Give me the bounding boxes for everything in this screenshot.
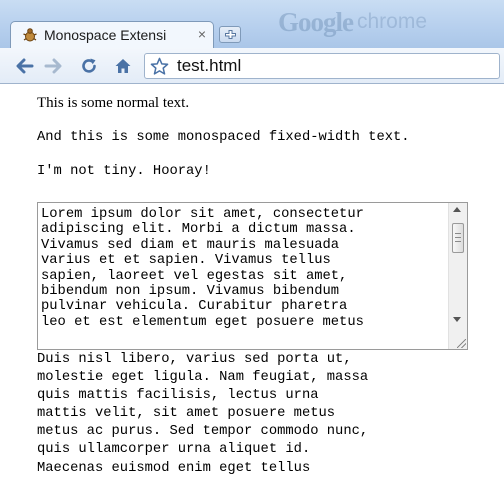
textarea-scrollbar[interactable] (448, 203, 467, 349)
scroll-up-arrow-icon[interactable] (453, 207, 461, 212)
resize-grip-icon[interactable] (457, 339, 466, 348)
chrome-brand-logo: Google chrome (278, 6, 427, 38)
title-bar: Google chrome Monospace Extensi × (0, 0, 504, 48)
new-tab-button[interactable] (219, 26, 241, 43)
bookmark-star-icon[interactable] (150, 57, 169, 76)
not-tiny-paragraph: I'm not tiny. Hooray! (37, 164, 211, 179)
url-text[interactable]: test.html (177, 56, 241, 76)
monospace-text-paragraph: And this is some monospaced fixed-width … (37, 130, 410, 145)
page-content: This is some normal text. And this is so… (0, 84, 504, 480)
tab-monospace-extension[interactable]: Monospace Extensi × (10, 21, 214, 48)
lorem-textarea[interactable]: Lorem ipsum dolor sit amet, consectetur … (37, 202, 468, 350)
browser-toolbar: test.html (0, 48, 504, 84)
lorem-continuation-text: Duis nisl libero, varius sed porta ut, m… (37, 352, 369, 476)
reload-button[interactable] (77, 54, 101, 78)
tab-title: Monospace Extensi (44, 27, 167, 43)
close-tab-icon[interactable]: × (195, 25, 209, 43)
home-icon (115, 59, 131, 73)
scrollbar-thumb[interactable] (452, 223, 464, 253)
address-bar[interactable]: test.html (144, 53, 500, 79)
scroll-down-arrow-icon[interactable] (453, 317, 461, 322)
back-button[interactable] (13, 54, 37, 78)
brand-chrome-text: chrome (357, 10, 428, 33)
forward-button[interactable] (41, 54, 65, 78)
normal-text-paragraph: This is some normal text. (37, 95, 190, 111)
forward-arrow-icon (44, 58, 62, 74)
reload-icon (82, 58, 96, 73)
puzzle-bug-icon (22, 27, 38, 43)
new-tab-plus-icon (225, 30, 236, 39)
back-arrow-icon (16, 58, 34, 74)
brand-google-text: Google (278, 6, 354, 37)
home-button[interactable] (111, 54, 135, 78)
textarea-text[interactable]: Lorem ipsum dolor sit amet, consectetur … (41, 207, 446, 346)
